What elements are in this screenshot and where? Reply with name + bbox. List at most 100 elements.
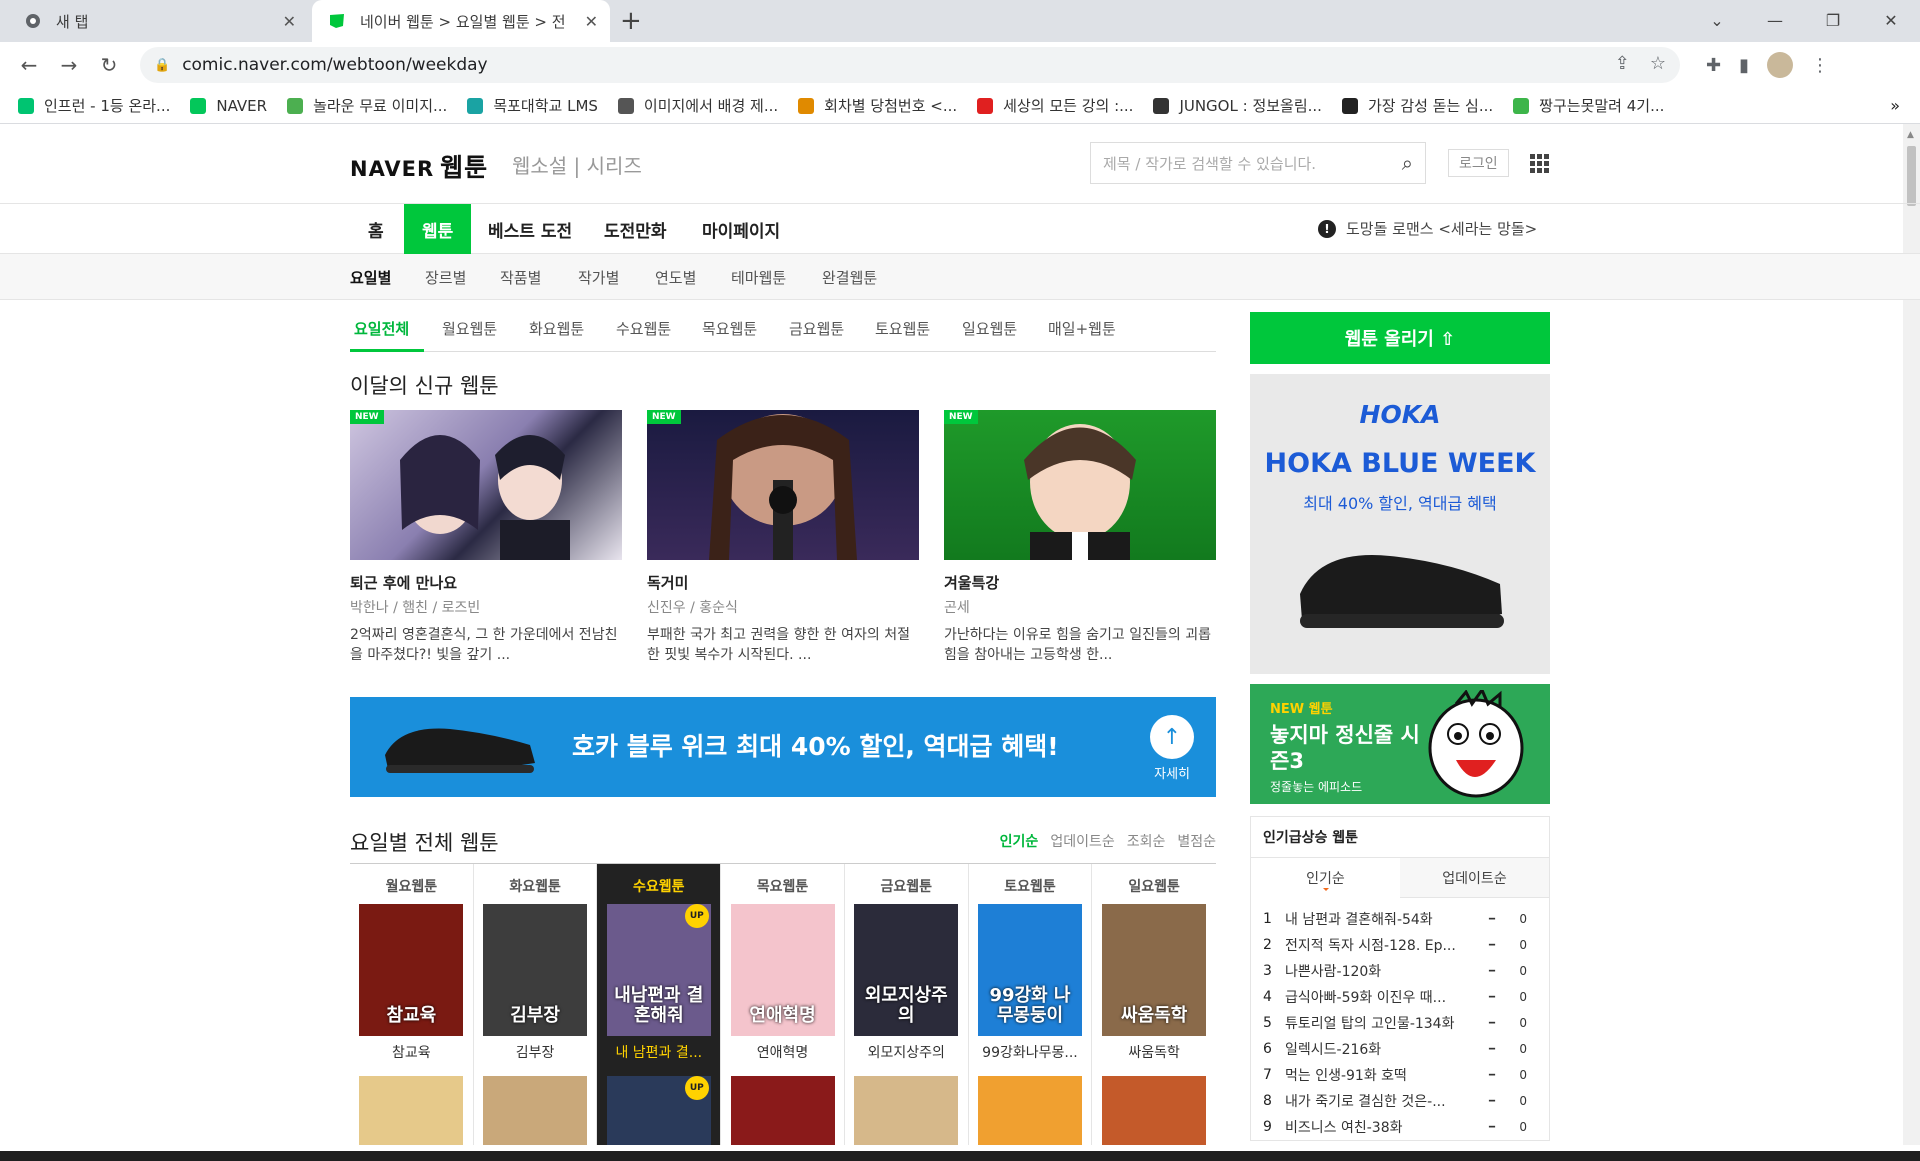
address-bar[interactable]: 🔒 comic.naver.com/webtoon/weekday ⇪ ☆ [140, 47, 1680, 83]
gnb-webtoon[interactable]: 웹툰 [404, 204, 472, 254]
sort-rating[interactable]: 별점순 [1177, 831, 1216, 851]
lnb-genre[interactable]: 장르별 [425, 267, 466, 288]
webtoon-thumbnail[interactable]: 싸움독학 [1102, 904, 1207, 1036]
rank-title[interactable]: 먹는 인생-91화 호떡 [1285, 1065, 1477, 1085]
gnb-best-challenge[interactable]: 베스트 도전 [470, 204, 590, 254]
daytab-sun[interactable]: 일요웹툰 [962, 318, 1017, 339]
ranking-row[interactable]: 5 튜토리얼 탑의 고인물-134화 ━ 0 [1263, 1010, 1537, 1036]
webtoon-thumbnail[interactable]: NEW [350, 410, 622, 560]
rank-title[interactable]: 내가 죽기로 결심한 것은-... [1285, 1091, 1477, 1111]
day-column-header[interactable]: 금요웹툰 [845, 876, 968, 896]
bookmark-item[interactable]: 짱구는못말려 4기... [1513, 95, 1664, 116]
daytab-tue[interactable]: 화요웹툰 [529, 318, 584, 339]
day-column-header[interactable]: 목요웹툰 [721, 876, 844, 896]
naver-webtoon-logo[interactable]: NAVER 웹툰 [350, 148, 488, 184]
webtoon-title[interactable]: 99강화나무몽... [969, 1042, 1092, 1062]
sort-views[interactable]: 조회순 [1127, 831, 1166, 851]
ranking-tab-popular[interactable]: 인기순 [1251, 858, 1400, 898]
new-tab-button[interactable]: + [620, 6, 642, 36]
rank-title[interactable]: 전지적 독자 시점-128. Ep... [1285, 935, 1477, 955]
day-column-header[interactable]: 화요웹툰 [474, 876, 597, 896]
notice-banner[interactable]: ! 도망돌 로맨스 <세라는 망돌> [1318, 218, 1537, 239]
webtoon-title[interactable]: 연애혁명 [721, 1042, 844, 1062]
banner-more-link[interactable]: 자세히 [1154, 763, 1190, 782]
webtoon-thumbnail[interactable]: 연애혁명 [730, 904, 835, 1036]
webtoon-promo-ad[interactable]: NEW 웹툰 놓지마 정신줄 시즌3 정줄놓는 에피소드 [1250, 684, 1550, 804]
day-column-header[interactable]: 월요웹툰 [350, 876, 473, 896]
rank-title[interactable]: 일렉시드-216화 [1285, 1039, 1477, 1059]
webtoon-thumbnail[interactable]: NEW [647, 410, 919, 560]
webtoon-title[interactable]: 김부장 [474, 1042, 597, 1062]
bookmark-item[interactable]: 인프런 - 1등 온라... [18, 95, 170, 116]
lnb-title[interactable]: 작품별 [500, 267, 541, 288]
webtoon-thumbnail[interactable]: NEW [944, 410, 1216, 560]
bookmark-star-icon[interactable]: ☆ [1650, 53, 1666, 74]
webtoon-thumbnail[interactable] [730, 1076, 835, 1145]
lnb-completed[interactable]: 완결웹툰 [822, 267, 877, 288]
rank-title[interactable]: 비즈니스 여친-38화 [1285, 1117, 1477, 1137]
bookmark-item[interactable]: NAVER [190, 97, 267, 115]
bookmark-item[interactable]: JUNGOL : 정보올림... [1153, 95, 1322, 116]
sub-service-links[interactable]: 웹소설 | 시리즈 [512, 150, 642, 179]
profile-avatar[interactable] [1767, 52, 1793, 78]
forward-icon[interactable]: → [52, 48, 86, 82]
login-button[interactable]: 로그인 [1448, 149, 1509, 177]
restore-icon[interactable]: ❐ [1804, 0, 1862, 40]
close-window-icon[interactable]: ✕ [1862, 0, 1920, 40]
webtoon-thumbnail[interactable] [359, 1076, 464, 1145]
daytab-thu[interactable]: 목요웹툰 [702, 318, 757, 339]
back-icon[interactable]: ← [12, 48, 46, 82]
arrow-up-icon[interactable]: ↑ [1150, 715, 1194, 759]
new-webtoon-card[interactable]: NEW 겨울특강 곤세 가난하다는 이유로 힘을 숨기고 일진들의 괴롭힘을 참… [944, 410, 1216, 665]
ranking-row[interactable]: 3 나쁜사람-120화 ━ 0 [1263, 958, 1537, 984]
new-webtoon-card[interactable]: NEW 퇴근 후에 만나요 박한나 / 햄친 / 로즈빈 2억짜리 영혼결혼식,… [350, 410, 622, 665]
lnb-weekday[interactable]: 요일별 [350, 267, 391, 288]
webtoon-thumbnail[interactable]: 99강화 나무몽둥이 [977, 904, 1082, 1036]
day-column-header[interactable]: 수요웹툰 [597, 876, 720, 896]
minimize-icon[interactable]: — [1746, 0, 1804, 40]
webtoon-thumbnail[interactable] [977, 1076, 1082, 1145]
gnb-mypage[interactable]: 마이페이지 [684, 204, 798, 254]
day-column-header[interactable]: 일요웹툰 [1092, 876, 1216, 896]
hoka-ad[interactable]: HOKA HOKA BLUE WEEK 최대 40% 할인, 역대급 혜택 [1250, 374, 1550, 674]
webtoon-title[interactable]: 독거미 [647, 572, 919, 593]
bookmark-item[interactable]: 세상의 모든 강의 :... [977, 95, 1133, 116]
side-panel-icon[interactable]: ▮ [1739, 55, 1749, 76]
new-webtoon-card[interactable]: NEW 독거미 신진우 / 홍순식 부패한 국가 최고 권력을 향한 한 여자의… [647, 410, 919, 665]
rank-title[interactable]: 내 남편과 결혼해줘-54화 [1285, 909, 1477, 929]
rank-title[interactable]: 나쁜사람-120화 [1285, 961, 1477, 981]
webtoon-thumbnail[interactable]: 김부장 [483, 904, 588, 1036]
webtoon-thumbnail[interactable] [854, 1076, 959, 1145]
bookmark-item[interactable]: 이미지에서 배경 제... [617, 95, 778, 116]
webtoon-thumbnail[interactable]: 내남편과 결혼해줘 UP [606, 904, 711, 1036]
ranking-row[interactable]: 7 먹는 인생-91화 호떡 ━ 0 [1263, 1062, 1537, 1088]
ranking-row[interactable]: 2 전지적 독자 시점-128. Ep... ━ 0 [1263, 932, 1537, 958]
webtoon-title[interactable]: 싸움독학 [1092, 1042, 1216, 1062]
bookmarks-more-icon[interactable]: » [1890, 96, 1900, 115]
ranking-row[interactable]: 8 내가 죽기로 결심한 것은-... ━ 0 [1263, 1088, 1537, 1114]
bookmark-item[interactable]: 목포대학교 LMS [467, 95, 598, 116]
bookmark-item[interactable]: 가장 감성 돋는 심... [1341, 95, 1493, 116]
webtoon-thumbnail[interactable]: UP [606, 1076, 711, 1145]
browser-tab-webtoon[interactable]: 네이버 웹툰 > 요일별 웹툰 > 전 ✕ [312, 0, 610, 42]
webtoon-title[interactable]: 내 남편과 결... [597, 1042, 720, 1062]
webtoon-thumbnail[interactable]: 참교육 [359, 904, 464, 1036]
daytab-wed[interactable]: 수요웹툰 [616, 318, 671, 339]
close-icon[interactable]: ✕ [283, 12, 296, 31]
ranking-row[interactable]: 9 비즈니스 여친-38화 ━ 0 [1263, 1114, 1537, 1140]
webtoon-title[interactable]: 참교육 [350, 1042, 473, 1062]
upload-webtoon-button[interactable]: 웹툰 올리기 ⇧ [1250, 312, 1550, 364]
ranking-tab-update[interactable]: 업데이트순 [1400, 858, 1549, 898]
daytab-fri[interactable]: 금요웹툰 [789, 318, 844, 339]
rank-title[interactable]: 튜토리얼 탑의 고인물-134화 [1285, 1013, 1477, 1033]
webtoon-thumbnail[interactable] [483, 1076, 588, 1145]
day-column-header[interactable]: 토요웹툰 [969, 876, 1092, 896]
ranking-row[interactable]: 1 내 남편과 결혼해줘-54화 ━ 0 [1263, 906, 1537, 932]
daytab-daily-plus[interactable]: 매일+웹툰 [1048, 318, 1116, 339]
rank-title[interactable]: 급식아빠-59화 이진우 때... [1285, 987, 1477, 1007]
close-icon[interactable]: ✕ [585, 12, 598, 31]
daytab-all[interactable]: 요일전체 [354, 318, 409, 339]
ranking-row[interactable]: 4 급식아빠-59화 이진우 때... ━ 0 [1263, 984, 1537, 1010]
webtoon-title[interactable]: 외모지상주의 [845, 1042, 968, 1062]
lnb-author[interactable]: 작가별 [578, 267, 619, 288]
